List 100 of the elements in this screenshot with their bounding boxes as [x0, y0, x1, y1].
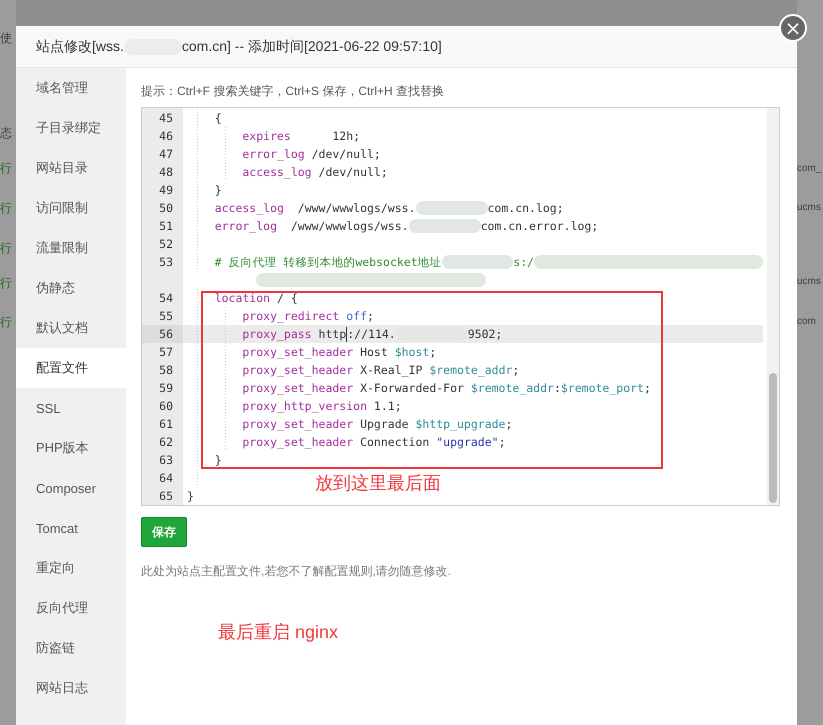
annotation-text: 放到这里最后面 [315, 472, 441, 495]
background-text: 行 [0, 315, 13, 329]
code-text: com.cn.log; [488, 200, 564, 217]
sidebar-item[interactable]: PHP版本 [16, 428, 126, 468]
scrollbar-thumb[interactable] [769, 373, 777, 503]
line-number: 56 [142, 325, 183, 343]
line-number: 55 [158, 308, 174, 325]
code-text: $remote_addr [429, 362, 512, 379]
background-text: 态 [0, 126, 13, 140]
code-text: proxy_set_header [242, 434, 354, 451]
line-number: 64 [158, 470, 174, 487]
code-text: proxy_set_header [242, 416, 354, 433]
code-text: off [346, 308, 368, 325]
dialog-title: com.cn] -- 添加时间[2021-06-22 09:57:10] [182, 38, 442, 56]
code-text: access_log [214, 200, 284, 217]
code-text: location [214, 290, 270, 307]
code-text: ://114. [347, 326, 396, 343]
sidebar-item[interactable]: 伪静态 [16, 268, 126, 308]
code-text: X-Forwarded-For [359, 380, 465, 397]
line-number: 48 [158, 164, 174, 181]
editor-hint: 提示：Ctrl+F 搜索关键字，Ctrl+S 保存，Ctrl+H 查找替换 [141, 83, 446, 100]
code-text: 12h; [331, 128, 360, 145]
dialog-title: 站点修改[wss. [36, 38, 124, 56]
code-text: X-Real_IP [359, 362, 424, 379]
sidebar-item[interactable]: Tomcat [16, 508, 126, 548]
line-number: 59 [158, 380, 174, 397]
code-text: proxy_set_header [242, 380, 354, 397]
text-cursor [346, 326, 348, 342]
code-text: ; [512, 362, 520, 379]
code-text: 9502; [468, 326, 502, 343]
sidebar-item[interactable]: 子目录绑定 [16, 108, 126, 148]
code-text: { [214, 110, 222, 127]
sidebar-item[interactable]: 网站日志 [16, 668, 126, 708]
code-text: s:/ [513, 254, 534, 271]
sidebar-item[interactable]: 默认文档 [16, 308, 126, 348]
code-text: /dev/null; [318, 164, 388, 181]
line-number: 57 [158, 344, 174, 361]
code-text: proxy_set_header [242, 362, 354, 379]
code-text: "upgrade" [436, 434, 499, 451]
redacted-blur [442, 255, 514, 269]
line-number: 61 [158, 416, 174, 433]
sidebar-item[interactable]: 重定向 [16, 548, 126, 588]
background-text: ucms [797, 201, 821, 215]
background-text: com_ [797, 162, 822, 176]
background-text: com [797, 315, 816, 329]
background-text: 行 [0, 161, 13, 175]
sidebar-item[interactable]: SSL [16, 388, 126, 428]
redacted-blur [416, 201, 488, 215]
line-number: 65 [158, 488, 174, 505]
sidebar-item[interactable]: 网站目录 [16, 148, 126, 188]
code-text: ; [644, 380, 651, 397]
code-text: ; [505, 416, 512, 433]
code-text: / { [276, 290, 298, 307]
sidebar-item[interactable]: 防盗链 [16, 628, 126, 668]
line-number: 54 [158, 290, 174, 307]
code-editor[interactable] [141, 107, 780, 506]
sidebar-item[interactable]: Composer [16, 468, 126, 508]
code-text: : [554, 380, 561, 397]
line-number: 60 [158, 398, 174, 415]
line-number: 50 [158, 200, 174, 217]
line-number: 62 [158, 434, 174, 451]
line-number: 46 [158, 128, 174, 145]
sidebar-item[interactable]: 反向代理 [16, 588, 126, 628]
code-text: http [318, 326, 346, 343]
line-number: 53 [158, 254, 174, 271]
annotation-text: 最后重启 nginx [218, 621, 338, 644]
code-text: error_log [214, 218, 277, 235]
code-text: $http_upgrade [415, 416, 506, 433]
line-number: 52 [158, 236, 174, 253]
background-text: 使 [0, 31, 13, 45]
code-text: ; [498, 434, 506, 451]
code-text: proxy_set_header [242, 344, 354, 361]
code-text: /www/wwwlogs/wss. [296, 200, 416, 217]
line-number: 51 [158, 218, 174, 235]
code-text: $remote_port [560, 380, 644, 397]
code-text: ; [429, 344, 436, 361]
code-text: # 反向代理 转移到本地的websocket地址 [214, 254, 442, 271]
code-text: } [214, 452, 222, 469]
code-text: } [214, 182, 222, 199]
line-number: 63 [158, 452, 174, 469]
code-text: ; [367, 308, 374, 325]
background-text: 行 [0, 276, 13, 290]
code-text: Upgrade [359, 416, 410, 433]
code-text: proxy_redirect [242, 308, 340, 325]
code-text: 1.1; [372, 398, 402, 415]
code-text: /dev/null; [310, 146, 381, 163]
code-text: $remote_addr [470, 380, 554, 397]
code-text: error_log [242, 146, 305, 163]
config-warning-text: 此处为站点主配置文件,若您不了解配置规则,请勿随意修改. [141, 563, 452, 580]
sidebar-item[interactable]: 访问限制 [16, 188, 126, 228]
code-text: expires [242, 128, 291, 145]
line-number: 47 [158, 146, 174, 163]
background-text: 行 [0, 241, 13, 255]
background-text: ucms [797, 275, 821, 289]
code-text: $host [394, 344, 430, 361]
sidebar-item[interactable]: 流量限制 [16, 228, 126, 268]
code-text: /www/wwwlogs/wss. [290, 218, 409, 235]
sidebar-item[interactable]: 配置文件 [16, 348, 126, 388]
line-number: 45 [158, 110, 174, 127]
sidebar-item[interactable]: 域名管理 [16, 68, 126, 108]
